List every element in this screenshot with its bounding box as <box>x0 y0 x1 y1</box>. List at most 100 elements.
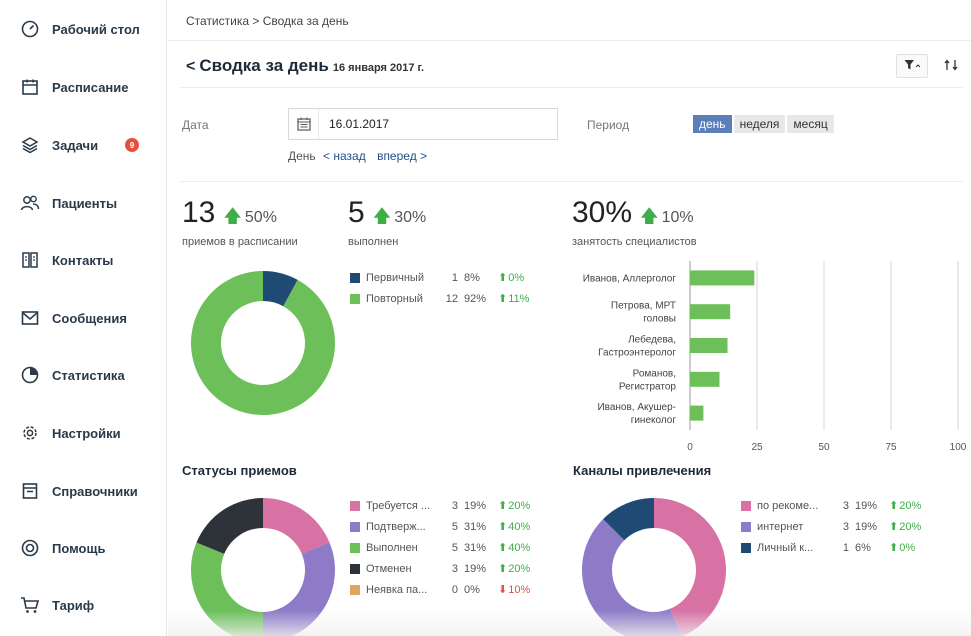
legend-percent: 6% <box>855 541 871 554</box>
legend-trend: 11% <box>508 292 530 305</box>
legend-count: 3 <box>842 499 849 512</box>
legend-count: 1 <box>842 541 849 554</box>
legend-name: Подтверж... <box>366 520 426 533</box>
legend-swatch <box>350 584 360 595</box>
legend-trend: 0% <box>899 541 916 554</box>
legend-trend: 0% <box>508 271 525 284</box>
status-slice[interactable] <box>263 542 335 636</box>
kpi-value: 30% <box>572 196 633 229</box>
sidebar-item-schedule[interactable]: Расписание <box>20 74 129 100</box>
category-label: Романов, Регистратор <box>619 368 677 392</box>
legend-item[interactable]: Повторный 12 92% ⬆ 11% <box>350 288 529 309</box>
visit-type-slice[interactable] <box>191 271 335 415</box>
bar[interactable] <box>690 405 704 421</box>
legend-name: интернет <box>757 520 804 533</box>
legend-count: 1 <box>451 271 458 284</box>
bar[interactable] <box>690 304 731 320</box>
breadcrumb[interactable]: Статистика > Сводка за день <box>186 14 349 28</box>
legend-trend: 10% <box>508 583 531 596</box>
sidebar-item-tariff[interactable]: Тариф <box>20 592 94 618</box>
legend-count: 3 <box>451 562 458 575</box>
legend-item[interactable]: Выполнен 5 31% ⬆ 40% <box>350 537 530 558</box>
cart-icon <box>20 595 40 615</box>
period-day-option[interactable]: день <box>693 115 732 133</box>
legend-item[interactable]: по рекоме... 3 19% ⬆ 20% <box>741 495 921 516</box>
filter-icon <box>904 59 921 74</box>
bar[interactable] <box>690 270 755 286</box>
legend-name: Повторный <box>366 292 423 305</box>
legend-percent: 19% <box>464 499 487 512</box>
legend-swatch <box>350 272 360 283</box>
legend-item[interactable]: Неявка па... 0 0% ⬇ 10% <box>350 579 530 600</box>
lifebuoy-icon <box>20 538 40 558</box>
channel-slice[interactable] <box>582 519 682 636</box>
bar[interactable] <box>690 371 720 387</box>
sidebar-item-label: Справочники <box>52 483 138 499</box>
sidebar-item-messages[interactable]: Сообщения <box>20 305 127 331</box>
day-navigation: День < назад вперед > <box>288 149 427 163</box>
sidebar-item-label: Контакты <box>52 252 114 268</box>
arrow-up-icon: ⬆ <box>889 521 899 533</box>
sidebar-item-statistics[interactable]: Статистика <box>20 362 125 388</box>
legend-swatch <box>350 542 360 553</box>
legend-item[interactable]: Подтверж... 5 31% ⬆ 40% <box>350 516 530 537</box>
period-month-option[interactable]: месяц <box>787 115 834 133</box>
legend-swatch <box>741 542 751 553</box>
legend-name: Личный к... <box>757 541 814 554</box>
sidebar-item-patients[interactable]: Пациенты <box>20 190 117 216</box>
back-button[interactable]: < <box>186 58 195 76</box>
x-tick-label: 0 <box>687 442 693 453</box>
legend-swatch <box>350 293 360 304</box>
arrow-up-icon: ⬆ <box>498 500 508 512</box>
next-day-link[interactable]: вперед > <box>377 149 427 163</box>
status-slice[interactable] <box>263 498 330 554</box>
sidebar-item-label: Статистика <box>52 367 125 383</box>
arrow-up-icon: ⬆ <box>889 542 899 554</box>
legend-swatch <box>741 500 751 511</box>
date-value[interactable]: 16.01.2017 <box>319 117 389 131</box>
legend-item[interactable]: Отменен 3 19% ⬆ 20% <box>350 558 530 579</box>
sidebar-item-dashboard[interactable]: Рабочий стол <box>20 16 140 42</box>
legend-item[interactable]: Личный к... 1 6% ⬆ 0% <box>741 537 921 558</box>
legend-swatch <box>350 500 360 511</box>
kpi-change: 10% <box>661 209 694 226</box>
swap-icon <box>944 58 958 74</box>
day-label: День <box>288 149 316 163</box>
gear-icon <box>20 423 40 443</box>
arrow-up-icon: 🡅 <box>640 206 659 226</box>
sidebar: Рабочий стол Расписание Задачи 9 Пациент… <box>0 0 167 636</box>
legend-swatch <box>741 521 751 532</box>
kpi-change: 30% <box>394 209 427 226</box>
swap-button[interactable] <box>940 54 962 78</box>
period-selector: день неделя месяц <box>693 115 834 133</box>
arrow-up-icon: ⬆ <box>498 563 508 575</box>
channel-legend: по рекоме... 3 19% ⬆ 20% интернет 3 19% ⬆ 20% Личн… <box>741 495 921 558</box>
sidebar-item-directories[interactable]: Справочники <box>20 478 138 504</box>
status-slice[interactable] <box>196 498 263 554</box>
period-week-option[interactable]: неделя <box>733 115 786 133</box>
legend-name: по рекоме... <box>757 499 819 512</box>
sidebar-item-contacts[interactable]: Контакты <box>20 247 113 273</box>
legend-item[interactable]: Первичный 1 8% ⬆ 0% <box>350 267 529 288</box>
legend-item[interactable]: Требуется ... 3 19% ⬆ 20% <box>350 495 530 516</box>
arrow-down-icon: ⬇ <box>498 584 508 596</box>
kpi-occupancy: 30% 🡅 10% <box>572 196 694 234</box>
date-label: Дата <box>182 118 209 132</box>
kpi-label: занятость специалистов <box>572 236 697 248</box>
filter-button[interactable] <box>896 54 928 78</box>
status-slice[interactable] <box>190 542 263 636</box>
calendar-icon[interactable] <box>289 109 319 139</box>
sidebar-item-tasks[interactable]: Задачи <box>20 132 98 158</box>
page-title-text: Сводка за день <box>199 56 329 75</box>
prev-day-link[interactable]: < назад <box>323 149 366 163</box>
sidebar-item-settings[interactable]: Настройки <box>20 420 121 446</box>
legend-item[interactable]: интернет 3 19% ⬆ 20% <box>741 516 921 537</box>
book-icon <box>20 481 40 501</box>
date-field[interactable]: 16.01.2017 <box>288 108 558 140</box>
bar[interactable] <box>690 338 728 353</box>
sidebar-item-label: Помощь <box>52 540 106 556</box>
legend-count: 12 <box>445 292 458 305</box>
sidebar-item-help[interactable]: Помощь <box>20 535 105 561</box>
legend-count: 5 <box>451 541 458 554</box>
visit-type-legend: Первичный 1 8% ⬆ 0% Повторный 12 92% ⬆ 11% <box>350 267 529 309</box>
